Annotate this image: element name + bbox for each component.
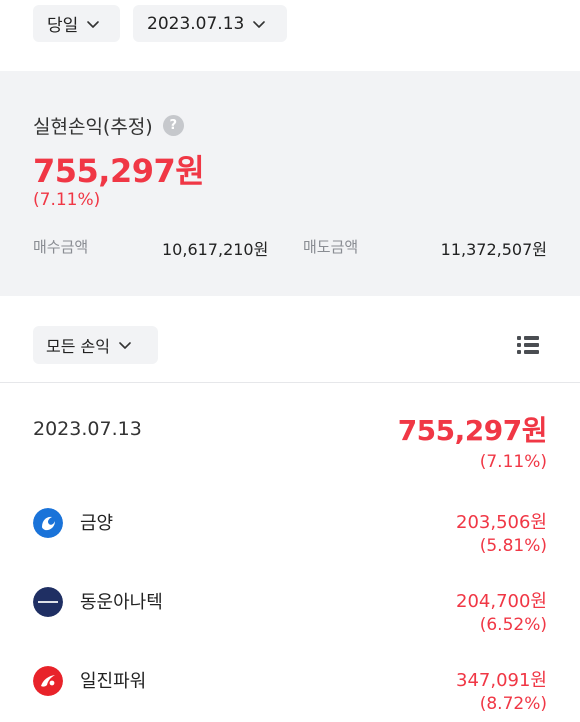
- summary-rate: (7.11%): [33, 190, 101, 210]
- group-total-amount: 755,297원: [397, 414, 548, 447]
- stock-row-kumyang[interactable]: 금양 203,506원 (5.81%): [33, 506, 547, 566]
- sell-amount-value: 11,372,507원: [440, 240, 547, 259]
- stock-amount: 203,506원: [456, 512, 547, 533]
- stock-row-iljin-power[interactable]: 일진파워 347,091원 (8.72%): [33, 664, 547, 722]
- group-total-rate: (7.11%): [479, 452, 547, 472]
- sell-amount-label: 매도금액: [303, 238, 359, 256]
- summary-title: 실현손익(추정): [33, 116, 153, 138]
- stock-rate: (5.81%): [479, 536, 547, 556]
- group-date: 2023.07.13: [33, 418, 142, 440]
- stock-rate: (6.52%): [479, 615, 547, 635]
- help-icon[interactable]: ?: [162, 115, 184, 136]
- stock-amount: 347,091원: [456, 670, 547, 691]
- summary-amount: 755,297원: [33, 152, 205, 190]
- dongwoon-anatech-logo-icon: [33, 587, 63, 617]
- stock-row-dongwoon-anatech[interactable]: 동운아나텍 204,700원 (6.52%): [33, 585, 547, 645]
- chevron-down-icon: [253, 20, 266, 28]
- pnl-filter-dropdown[interactable]: 모든 손익: [33, 326, 158, 364]
- divider: [0, 382, 580, 383]
- stock-name: 동운아나텍: [80, 592, 163, 613]
- stock-name: 일진파워: [80, 671, 147, 692]
- date-label: 2023.07.13: [147, 13, 245, 34]
- chevron-down-icon: [87, 20, 100, 28]
- realized-pnl-summary: 실현손익(추정) ? 755,297원 (7.11%) 매수금액 10,617,…: [0, 71, 580, 296]
- stock-name: 금양: [80, 513, 114, 534]
- buy-amount-value: 10,617,210원: [162, 240, 269, 259]
- summary-title-row: 실현손익(추정) ?: [33, 112, 184, 139]
- pnl-filter-label: 모든 손익: [46, 337, 110, 356]
- buy-amount-label: 매수금액: [33, 238, 89, 256]
- chevron-down-icon: [119, 342, 131, 349]
- period-label: 당일: [47, 16, 79, 36]
- date-dropdown[interactable]: 2023.07.13: [133, 5, 287, 42]
- stock-amount: 204,700원: [456, 591, 547, 612]
- period-dropdown[interactable]: 당일: [33, 5, 120, 42]
- kumyang-logo-icon: [33, 508, 63, 538]
- stock-rate: (8.72%): [479, 694, 547, 714]
- iljin-power-logo-icon: [33, 666, 63, 696]
- list-view-icon[interactable]: [515, 332, 541, 358]
